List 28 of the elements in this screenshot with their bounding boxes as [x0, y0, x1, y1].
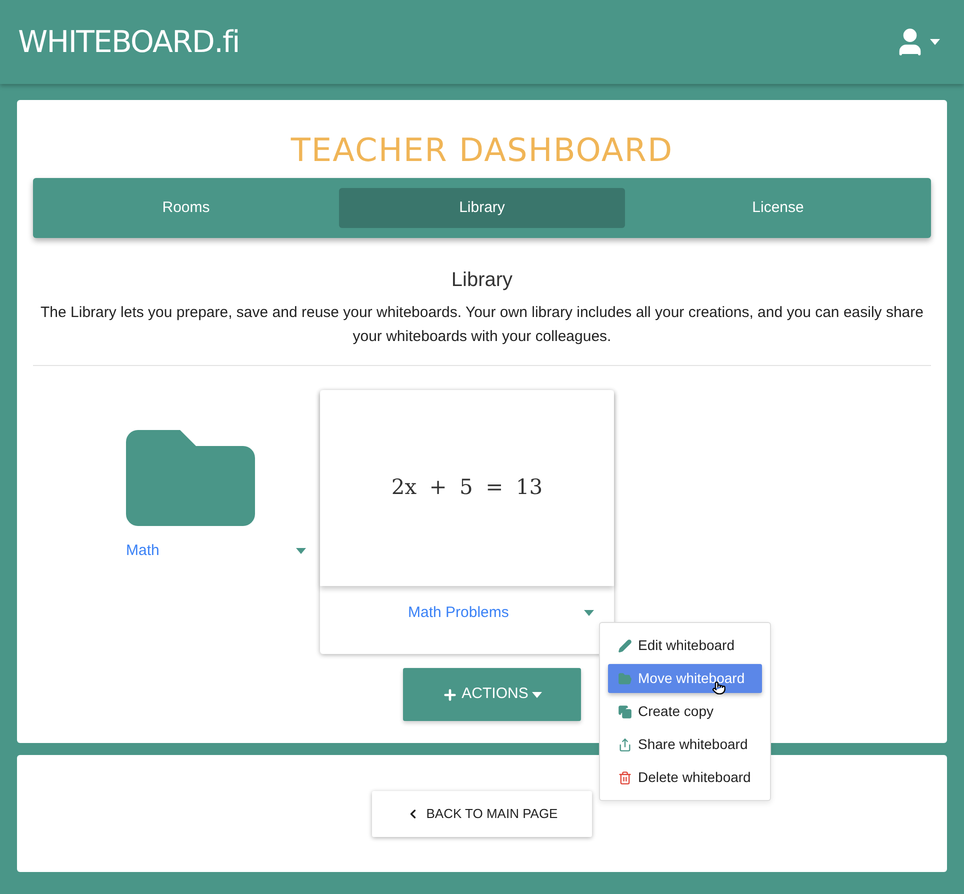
actions-button[interactable]: ACTIONS: [403, 668, 581, 721]
trash-icon: [618, 770, 632, 784]
caret-icon: [532, 692, 542, 698]
tab[interactable]: License: [635, 188, 921, 228]
caret-icon: [584, 610, 594, 616]
share-icon: [618, 738, 632, 752]
menu-item[interactable]: Create copy: [608, 697, 762, 726]
library-heading: Library: [450, 268, 514, 293]
tab[interactable]: Library: [339, 188, 625, 228]
dashboard-title: TEACHER DASHBOARD: [290, 130, 674, 171]
whiteboard-name[interactable]: Math Problems: [408, 602, 509, 624]
folder-name[interactable]: Math: [126, 540, 160, 562]
library-description: The Library lets you prepare, save and reuse your whiteboards. Your own library includes all your creations, and you can easily share your whiteboards with your colleagues.: [40, 303, 924, 347]
menu-item[interactable]: Share whiteboard: [608, 730, 762, 759]
caret-icon: [930, 39, 940, 45]
whiteboard-card[interactable]: 2x + 5 = 13 Math Problems: [320, 390, 614, 654]
folder-icon[interactable]: [126, 430, 254, 526]
tab[interactable]: Rooms: [43, 188, 329, 228]
menu-item[interactable]: Move whiteboard: [608, 664, 762, 693]
math-expression: 2x + 5 = 13: [391, 474, 543, 502]
pencil-icon: [618, 638, 632, 652]
plus-icon: [442, 686, 458, 702]
back-button[interactable]: BACK TO MAIN PAGE: [372, 790, 592, 836]
menu-item[interactable]: Delete whiteboard: [608, 763, 762, 792]
folder-icon: [618, 672, 632, 686]
copy-icon: [618, 704, 632, 718]
caret-icon: [296, 548, 306, 554]
logo[interactable]: WHITEBOARD.fi: [18, 20, 240, 64]
